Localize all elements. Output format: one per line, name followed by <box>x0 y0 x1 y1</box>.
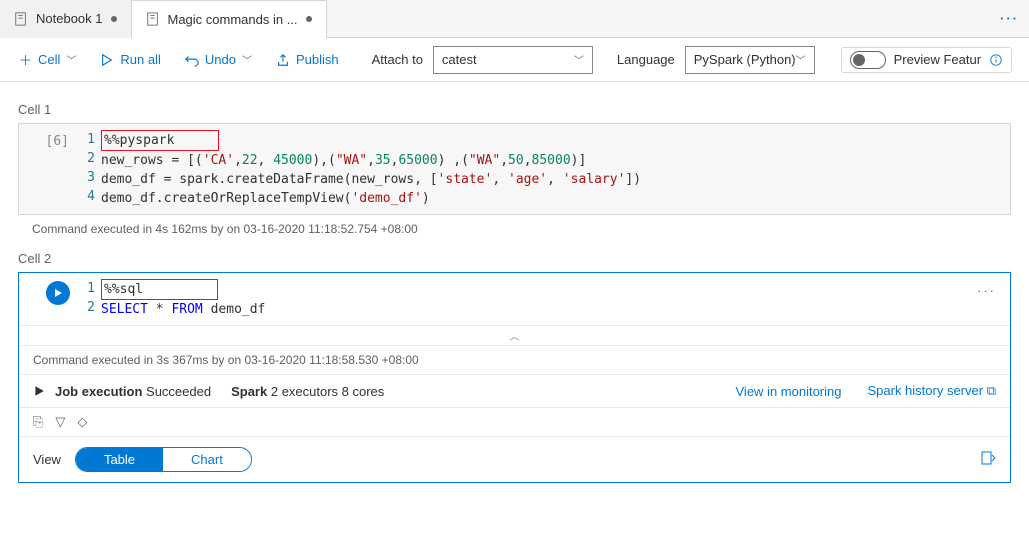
unsaved-dot-icon <box>111 16 117 22</box>
info-icon <box>989 53 1003 67</box>
dropdown-value: catest <box>442 52 477 67</box>
add-cell-button[interactable]: ＋ Cell ﹀ <box>10 45 85 74</box>
chevron-down-icon: ﹀ <box>796 52 806 67</box>
toggle-switch[interactable] <box>850 51 886 69</box>
chevron-down-icon: ﹀ <box>574 52 584 67</box>
language-label: Language <box>617 52 675 67</box>
notebook-icon <box>14 12 28 26</box>
notebook-body: Cell 1 [6] 1 2 3 4 %%pyspark new_rows = … <box>0 82 1029 495</box>
tabs-bar: Notebook 1 Magic commands in ... ··· <box>0 0 1029 38</box>
output-toolbar: ⎘ ▽ ◇ <box>19 407 1010 436</box>
label: Run all <box>120 52 160 67</box>
job-execution-label: Job execution Succeeded <box>55 384 211 399</box>
expand-icon[interactable] <box>33 385 45 397</box>
view-label: View <box>33 452 61 467</box>
run-all-button[interactable]: Run all <box>91 47 169 72</box>
code-area[interactable]: [6] 1 2 3 4 %%pyspark new_rows = [('CA',… <box>19 124 1010 214</box>
dropdown-value: PySpark (Python) <box>694 52 796 67</box>
cell-1-status: Command executed in 4s 162ms by on 03-16… <box>18 215 1011 243</box>
tabs-overflow-button[interactable]: ··· <box>990 11 1029 26</box>
line-gutter: 1 2 3 4 <box>79 130 101 208</box>
tab-magic-commands[interactable]: Magic commands in ... <box>132 0 327 38</box>
copy-icon[interactable]: ⎘ <box>33 414 43 430</box>
unsaved-dot-icon <box>306 16 312 22</box>
cell-1-label: Cell 1 <box>18 102 1011 117</box>
label: Cell <box>38 52 60 67</box>
undo-button[interactable]: Undo ﹀ <box>176 47 261 72</box>
view-chart-button[interactable]: Chart <box>163 448 251 471</box>
spark-history-link[interactable]: Spark history server ⧉ <box>867 383 996 399</box>
chevron-down-icon: ﹀ <box>66 52 76 67</box>
filter-icon[interactable]: ▽ <box>55 414 65 430</box>
attach-to-dropdown[interactable]: catest ﹀ <box>433 46 593 74</box>
run-cell-button[interactable] <box>46 281 70 305</box>
line-gutter: 1 2 <box>79 279 101 319</box>
undo-icon <box>185 53 199 67</box>
toolbar: ＋ Cell ﹀ Run all Undo ﹀ Publish Attach t… <box>0 38 1029 82</box>
code-editor[interactable]: %%pyspark new_rows = [('CA',22, 45000),(… <box>101 130 1010 208</box>
play-icon <box>53 288 63 298</box>
magic-highlight: %%pyspark <box>101 130 219 151</box>
preview-features-toggle[interactable]: Preview Featur <box>841 47 1012 73</box>
code-area[interactable]: 1 2 %%sql SELECT * FROM demo_df ··· <box>19 273 1010 325</box>
cell-2[interactable]: 1 2 %%sql SELECT * FROM demo_df ··· ︿ Co… <box>18 272 1011 483</box>
job-execution-row: Job execution Succeeded Spark 2 executor… <box>19 374 1010 407</box>
collapse-output-button[interactable]: ︿ <box>19 325 1010 345</box>
view-switcher-row: View Table Chart <box>19 436 1010 482</box>
play-icon <box>100 53 114 67</box>
spark-info: Spark 2 executors 8 cores <box>231 384 384 399</box>
erase-icon[interactable]: ◇ <box>77 414 87 430</box>
execution-count: [6] <box>19 130 79 208</box>
label: Publish <box>296 52 339 67</box>
magic-highlight: %%sql <box>101 279 218 300</box>
tab-label: Magic commands in ... <box>168 12 298 27</box>
view-table-button[interactable]: Table <box>76 448 163 471</box>
tab-notebook-1[interactable]: Notebook 1 <box>0 0 132 38</box>
publish-icon <box>276 53 290 67</box>
language-dropdown[interactable]: PySpark (Python) ﹀ <box>685 46 815 74</box>
notebook-icon <box>146 12 160 26</box>
cell-1[interactable]: [6] 1 2 3 4 %%pyspark new_rows = [('CA',… <box>18 123 1011 215</box>
export-icon[interactable] <box>980 450 996 469</box>
plus-icon: ＋ <box>19 50 32 69</box>
publish-button[interactable]: Publish <box>267 47 348 72</box>
tab-label: Notebook 1 <box>36 11 103 26</box>
external-link-icon: ⧉ <box>987 383 996 398</box>
label: Undo <box>205 52 236 67</box>
cell-2-status: Command executed in 3s 367ms by on 03-16… <box>19 345 1010 374</box>
cell-menu-button[interactable]: ··· <box>977 283 996 298</box>
label: Preview Featur <box>894 52 981 67</box>
view-toggle: Table Chart <box>75 447 252 472</box>
chevron-down-icon: ﹀ <box>242 52 252 67</box>
code-editor[interactable]: %%sql SELECT * FROM demo_df <box>101 279 1010 319</box>
cell-2-label: Cell 2 <box>18 251 1011 266</box>
view-in-monitoring-link[interactable]: View in monitoring <box>736 384 842 399</box>
attach-to-label: Attach to <box>372 52 423 67</box>
